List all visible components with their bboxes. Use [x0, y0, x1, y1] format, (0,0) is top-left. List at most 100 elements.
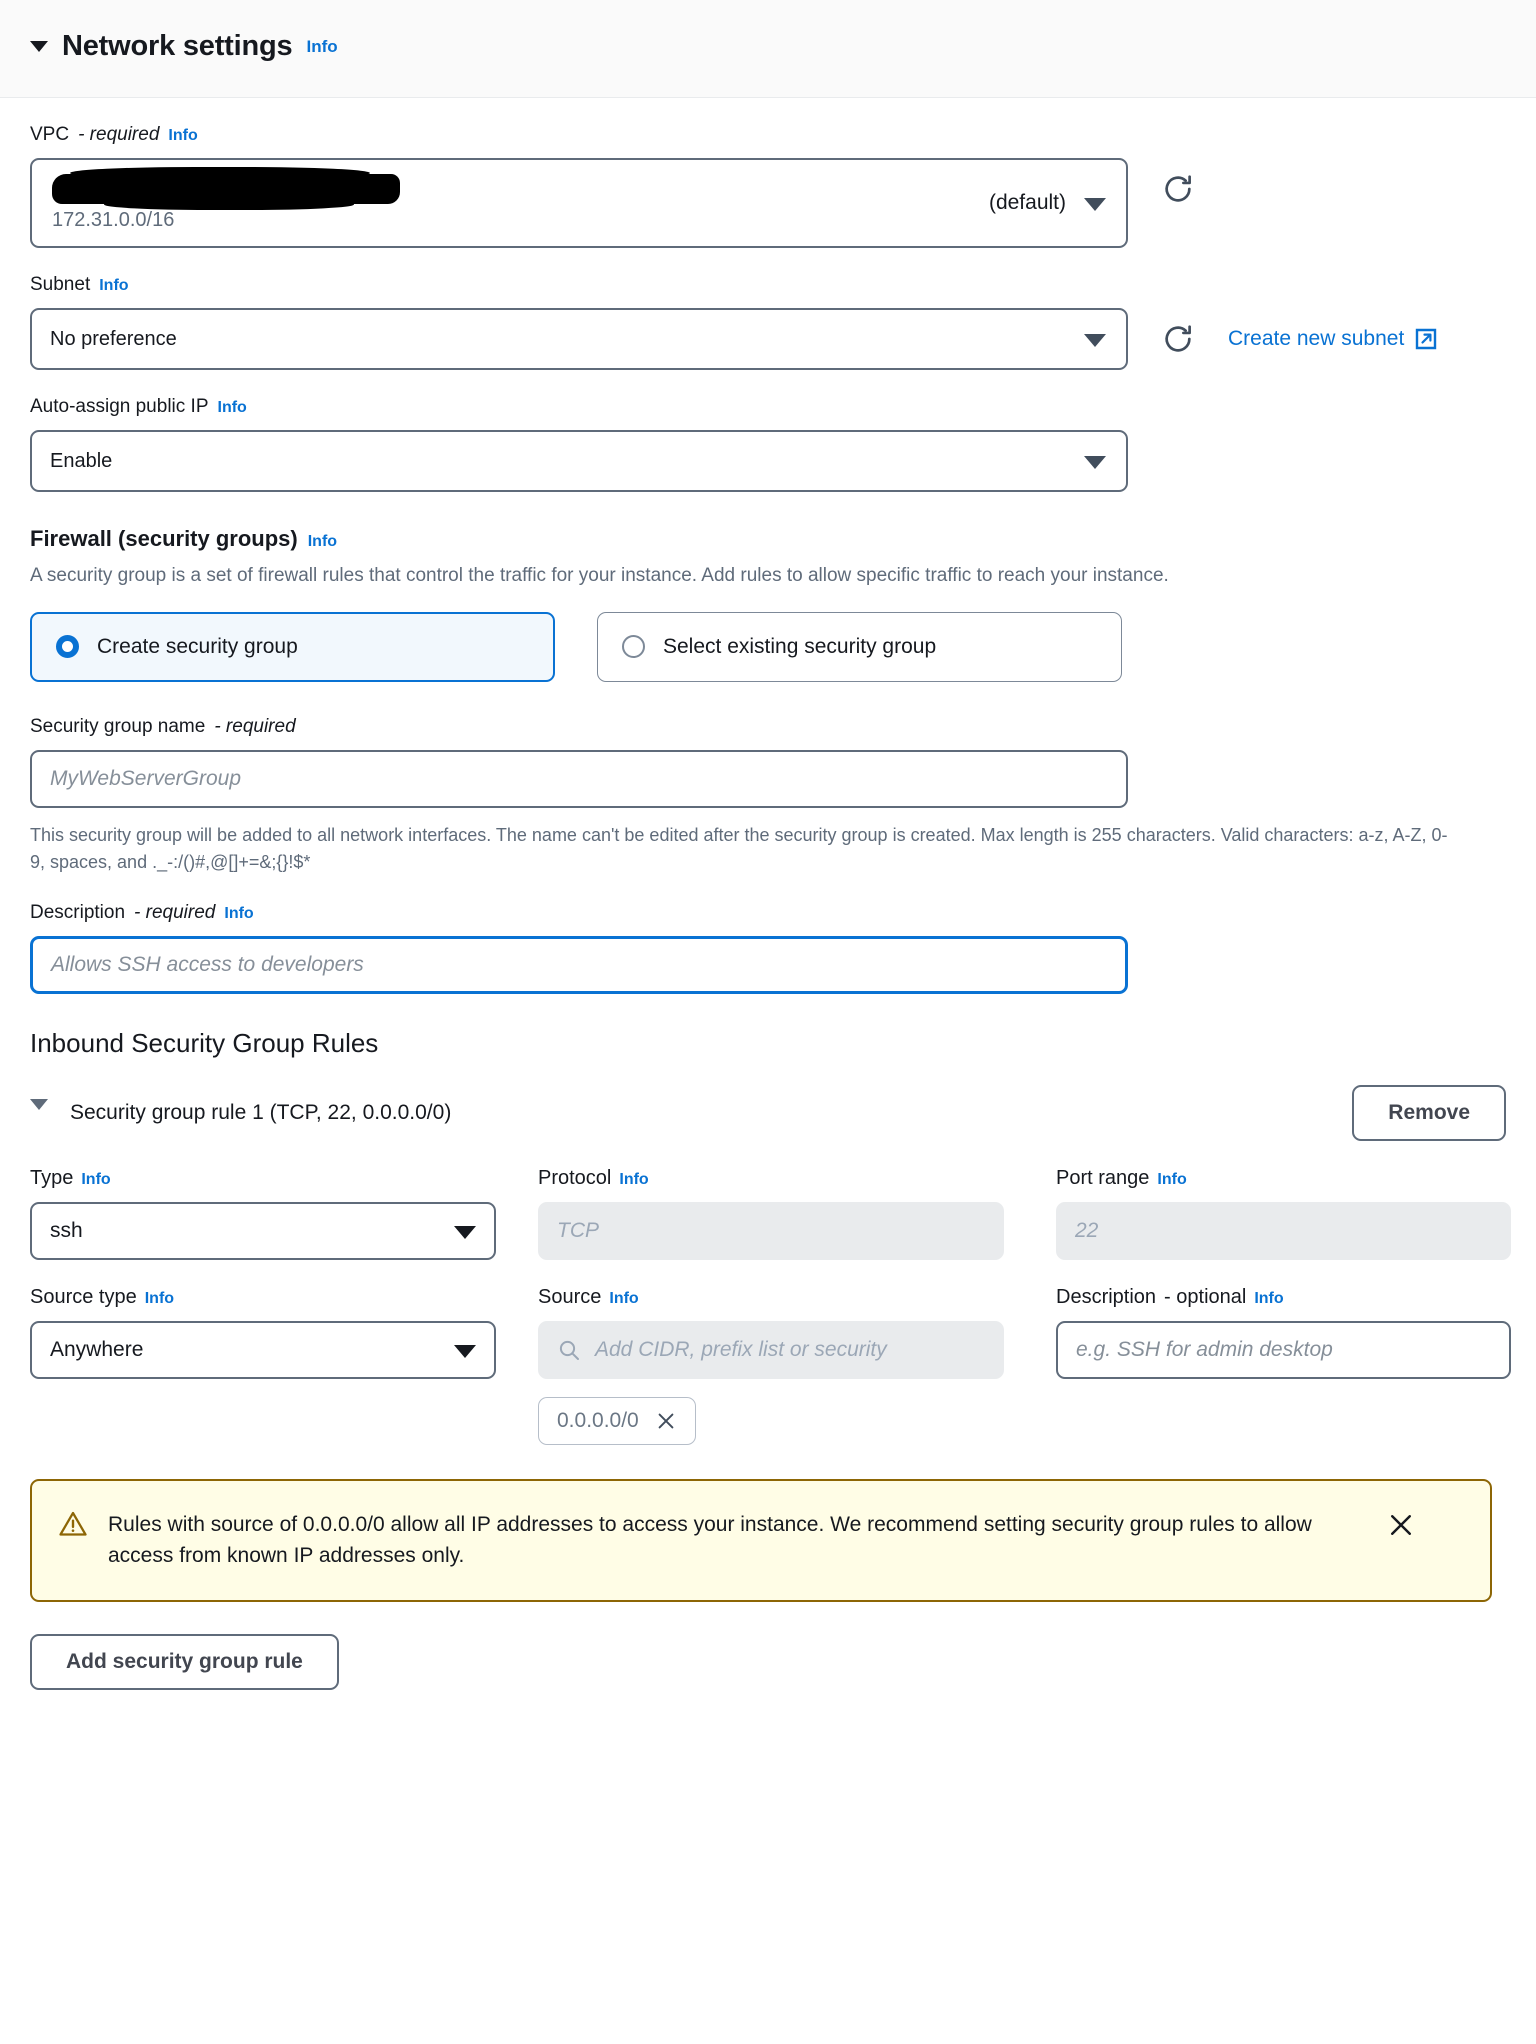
rule-summary-label: Security group rule 1 (TCP, 22, 0.0.0.0/…: [70, 1100, 452, 1124]
vpc-info-link[interactable]: Info: [168, 127, 197, 145]
network-settings-panel: Network settings Info VPC - required Inf…: [0, 0, 1536, 1750]
radio-select-existing-security-group-label: Select existing security group: [663, 634, 937, 658]
rule-description-info-link[interactable]: Info: [1254, 1290, 1283, 1308]
subnet-info-link[interactable]: Info: [99, 277, 128, 295]
vpc-selected-value: 172.31.0.0/16: [52, 167, 400, 232]
sg-description-label-text: Description: [30, 901, 126, 923]
panel-header: Network settings Info: [0, 0, 1536, 98]
rule-collapse-caret-icon[interactable]: [30, 1099, 48, 1111]
port-range-label: Port range Info: [1056, 1167, 1511, 1190]
radio-create-security-group[interactable]: Create security group: [30, 611, 555, 682]
subnet-refresh-button[interactable]: [1154, 308, 1202, 370]
chevron-down-icon: [454, 1344, 476, 1358]
vpc-select[interactable]: 172.31.0.0/16 (default): [30, 158, 1128, 248]
sg-description-required-text: - required: [134, 901, 216, 923]
vpc-cidr-text: 172.31.0.0/16: [52, 209, 175, 231]
firewall-title: Firewall (security groups) Info: [30, 526, 1506, 552]
rule-description-label-text: Description: [1056, 1285, 1157, 1308]
rule-fields-row-1: Type Info ssh Protocol Info TCP Port ran…: [30, 1167, 1511, 1260]
external-link-icon: [1416, 328, 1437, 350]
sg-name-label-text: Security group name: [30, 715, 206, 737]
source-search-input[interactable]: Add CIDR, prefix list or security: [538, 1320, 1004, 1379]
protocol-input-disabled: TCP: [538, 1201, 1004, 1260]
source-token: 0.0.0.0/0: [538, 1396, 696, 1445]
source-label: Source Info: [538, 1286, 1018, 1309]
source-type-field: Source type Info Anywhere: [30, 1286, 500, 1445]
chevron-down-icon: [454, 1225, 476, 1239]
chevron-down-icon: [1084, 456, 1106, 469]
add-security-group-rule-button[interactable]: Add security group rule: [30, 1633, 339, 1690]
vpc-refresh-button[interactable]: [1154, 158, 1202, 220]
rule-description-input[interactable]: e.g. SSH for admin desktop: [1056, 1320, 1511, 1379]
type-label: Type Info: [30, 1167, 500, 1190]
warning-icon: [59, 1511, 87, 1536]
rule-description-field: Description - optional Info e.g. SSH for…: [1056, 1286, 1511, 1445]
protocol-info-link[interactable]: Info: [619, 1171, 648, 1189]
source-type-info-link[interactable]: Info: [145, 1290, 174, 1308]
type-info-link[interactable]: Info: [81, 1171, 110, 1189]
rule-fields-row-2: Source type Info Anywhere Source Info Ad…: [30, 1286, 1511, 1445]
radio-select-existing-security-group[interactable]: Select existing security group: [597, 611, 1122, 682]
subnet-select[interactable]: No preference: [30, 308, 1128, 370]
sg-description-label: Description - required Info: [30, 902, 1506, 924]
search-icon: [559, 1340, 579, 1360]
firewall-info-link[interactable]: Info: [308, 533, 337, 551]
sg-name-label: Security group name - required: [30, 716, 1506, 738]
protocol-label: Protocol Info: [538, 1167, 1018, 1190]
auto-assign-ip-info-link[interactable]: Info: [218, 399, 247, 417]
port-range-label-text: Port range: [1056, 1166, 1150, 1189]
collapse-caret-icon[interactable]: [30, 41, 48, 52]
vpc-label-text: VPC: [30, 124, 70, 145]
chevron-down-icon: [1084, 334, 1106, 347]
page-title: Network settings: [62, 30, 293, 62]
source-type-label: Source type Info: [30, 1286, 500, 1309]
subnet-label: Subnet Info: [30, 274, 1506, 296]
chevron-down-icon: [1084, 198, 1106, 211]
source-field: Source Info Add CIDR, prefix list or sec…: [538, 1286, 1018, 1445]
refresh-icon: [1165, 325, 1191, 352]
vpc-required-text: - required: [78, 124, 160, 145]
port-range-info-link[interactable]: Info: [1157, 1171, 1186, 1189]
rule-description-label: Description - optional Info: [1056, 1286, 1511, 1309]
warning-alert: Rules with source of 0.0.0.0/0 allow all…: [30, 1478, 1492, 1602]
create-new-subnet-link[interactable]: Create new subnet: [1228, 308, 1438, 370]
radio-create-security-group-label: Create security group: [97, 634, 298, 658]
firewall-options: Create security group Select existing se…: [30, 611, 1506, 682]
type-value: ssh: [50, 1218, 83, 1242]
port-range-input-disabled: 22: [1056, 1201, 1511, 1260]
source-info-link[interactable]: Info: [609, 1290, 638, 1308]
security-group-description-input[interactable]: Allows SSH access to developers: [30, 935, 1128, 994]
vpc-id-redaction: [52, 167, 400, 210]
sg-name-help-text: This security group will be added to all…: [30, 824, 1448, 872]
remove-rule-button[interactable]: Remove: [1352, 1084, 1506, 1141]
auto-assign-ip-value: Enable: [50, 449, 113, 472]
auto-assign-ip-label: Auto-assign public IP Info: [30, 396, 1506, 418]
sg-name-required-text: - required: [214, 715, 296, 737]
source-type-select[interactable]: Anywhere: [30, 1320, 496, 1379]
source-search-placeholder: Add CIDR, prefix list or security: [595, 1337, 887, 1361]
source-type-value: Anywhere: [50, 1337, 144, 1361]
close-icon: [1391, 1514, 1411, 1535]
network-settings-info-link[interactable]: Info: [306, 37, 337, 57]
protocol-field: Protocol Info TCP: [538, 1167, 1018, 1260]
type-select[interactable]: ssh: [30, 1201, 496, 1260]
warning-dismiss-button[interactable]: [1383, 1509, 1419, 1546]
protocol-label-text: Protocol: [538, 1166, 612, 1189]
vpc-default-badge: (default): [988, 191, 1066, 214]
panel-body: VPC - required Info 172.31.0.0/16 (defau…: [0, 98, 1536, 1750]
type-label-text: Type: [30, 1166, 74, 1189]
warning-text: Rules with source of 0.0.0.0/0 allow all…: [108, 1512, 1312, 1568]
vpc-label: VPC - required Info: [30, 124, 1506, 146]
inbound-rules-heading: Inbound Security Group Rules: [30, 1027, 379, 1058]
sg-description-info-link[interactable]: Info: [224, 905, 253, 923]
radio-on-icon: [56, 635, 79, 659]
security-group-name-input[interactable]: MyWebServerGroup: [30, 749, 1128, 808]
type-field: Type Info ssh: [30, 1167, 500, 1260]
create-new-subnet-label: Create new subnet: [1228, 327, 1405, 350]
source-token-remove-button[interactable]: [655, 1410, 677, 1432]
subnet-row: No preference Create new subnet: [30, 308, 1506, 370]
auto-assign-ip-select[interactable]: Enable: [30, 430, 1128, 492]
port-range-field: Port range Info 22: [1056, 1167, 1511, 1260]
auto-assign-ip-label-text: Auto-assign public IP: [30, 396, 209, 417]
rule-header-row: Security group rule 1 (TCP, 22, 0.0.0.0/…: [30, 1084, 1506, 1141]
